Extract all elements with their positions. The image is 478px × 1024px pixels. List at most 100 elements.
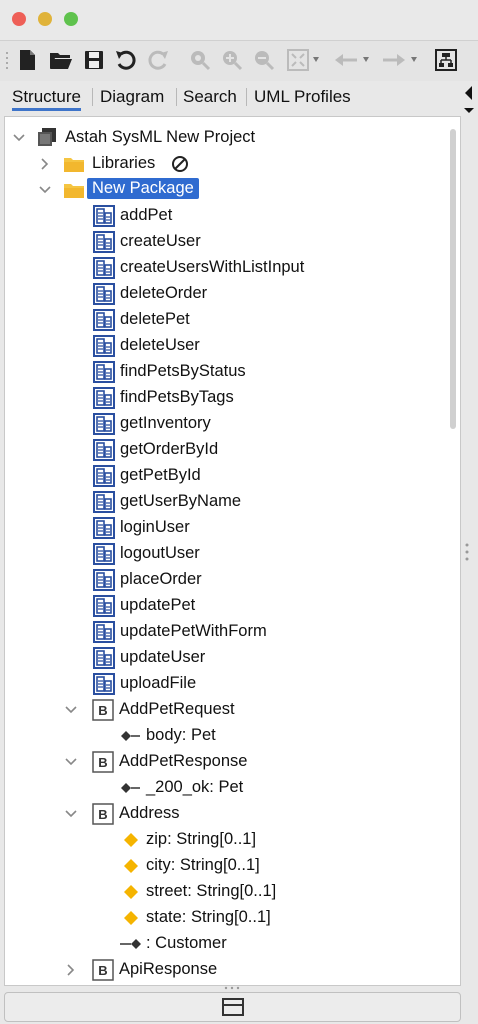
fit-window-icon[interactable] (286, 49, 322, 71)
tree-item-operation[interactable]: logoutUser (5, 541, 445, 567)
tree-item-label: uploadFile (120, 674, 197, 692)
tree-item-operation[interactable]: loginUser (5, 515, 445, 541)
tree-item-property[interactable]: _200_ok: Pet (5, 775, 445, 801)
tree-item-label: deletePet (120, 310, 190, 328)
operation-icon (93, 491, 115, 513)
folder-icon (63, 155, 85, 173)
tree-item-label: getOrderById (120, 440, 219, 458)
zoom-window-button[interactable] (64, 12, 78, 26)
structure-tree-panel[interactable]: Astah SysML New Project Libraries New Pack… (4, 116, 461, 986)
bottom-panel-toggle[interactable] (4, 992, 461, 1022)
tree-item-property[interactable]: state: String[0..1] (5, 905, 445, 931)
tree-item-operation[interactable]: createUser (5, 229, 445, 255)
tree-item-property[interactable]: street: String[0..1] (5, 879, 445, 905)
tree-item-libraries[interactable]: Libraries (5, 151, 445, 177)
chevron-right-icon[interactable] (65, 964, 77, 976)
operation-icon (93, 309, 115, 331)
tree-item-block[interactable]: B AddPetResponse (5, 749, 445, 775)
tree-item-label: Astah SysML New Project (65, 128, 256, 146)
zoom-fit-icon[interactable] (188, 49, 212, 71)
tab-scroll-icon[interactable] (462, 84, 474, 114)
block-icon: B (92, 803, 114, 825)
new-file-icon[interactable] (16, 49, 38, 71)
open-folder-icon[interactable] (48, 49, 74, 71)
tree-item-operation[interactable]: addPet (5, 203, 445, 229)
chevron-down-icon[interactable] (65, 756, 77, 768)
chevron-right-icon[interactable] (39, 158, 51, 170)
tree-item-label: Libraries (92, 154, 156, 172)
operation-icon (93, 231, 115, 253)
tree-item-label: AddPetResponse (119, 752, 248, 770)
tree-item-operation[interactable]: uploadFile (5, 671, 445, 697)
tree-item-label: deleteOrder (120, 284, 208, 302)
scrollbar-thumb[interactable] (450, 129, 456, 429)
tree-item-operation[interactable]: deletePet (5, 307, 445, 333)
tree-item-operation[interactable]: updateUser (5, 645, 445, 671)
part-property-icon (119, 781, 141, 795)
svg-text:B: B (98, 703, 107, 718)
tree-item-operation[interactable]: updatePet (5, 593, 445, 619)
tree-item-property[interactable]: zip: String[0..1] (5, 827, 445, 853)
tree-item-operation[interactable]: getUserByName (5, 489, 445, 515)
tree-item-operation[interactable]: getOrderById (5, 437, 445, 463)
tree-item-operation[interactable]: createUsersWithListInput (5, 255, 445, 281)
tree-item-operation[interactable]: placeOrder (5, 567, 445, 593)
back-icon[interactable] (332, 49, 374, 71)
resize-grip[interactable] (222, 985, 242, 991)
tree-item-label: deleteUser (120, 336, 200, 354)
operation-icon (93, 361, 115, 383)
part-property-icon (119, 729, 141, 743)
operation-icon (93, 673, 115, 695)
tree-item-block[interactable]: B AddPetRequest (5, 697, 445, 723)
operation-icon (93, 621, 115, 643)
tree-item-project[interactable]: Astah SysML New Project (5, 125, 445, 151)
tree-item-operation[interactable]: getPetById (5, 463, 445, 489)
chevron-down-icon[interactable] (65, 704, 77, 716)
tree-item-property[interactable]: : Customer (5, 931, 445, 957)
tab-divider (176, 88, 177, 106)
chevron-down-icon[interactable] (39, 184, 51, 196)
tab-search[interactable]: Search (183, 86, 237, 108)
tree-item-label: placeOrder (120, 570, 202, 588)
minimize-window-button[interactable] (38, 12, 52, 26)
chevron-down-icon[interactable] (65, 808, 77, 820)
operation-icon (93, 595, 115, 617)
tree-item-operation[interactable]: getInventory (5, 411, 445, 437)
zoom-out-icon[interactable] (252, 49, 276, 71)
tree-item-property[interactable]: body: Pet (5, 723, 445, 749)
tree-item-new-package[interactable]: New Package (5, 177, 445, 203)
forward-icon[interactable] (380, 49, 422, 71)
tree-item-property[interactable]: city: String[0..1] (5, 853, 445, 879)
operation-icon (93, 543, 115, 565)
zoom-in-icon[interactable] (220, 49, 244, 71)
redo-icon[interactable] (146, 49, 170, 71)
split-pane-handle[interactable] (464, 540, 470, 570)
tab-diagram[interactable]: Diagram (100, 86, 164, 108)
tree-item-operation[interactable]: findPetsByStatus (5, 359, 445, 385)
value-property-icon (123, 832, 139, 848)
diagram-layout-icon[interactable] (434, 49, 458, 71)
project-icon (37, 127, 59, 147)
tree-item-block[interactable]: B Address (5, 801, 445, 827)
save-icon[interactable] (82, 49, 106, 71)
chevron-down-icon[interactable] (13, 132, 25, 144)
tree-item-operation[interactable]: deleteOrder (5, 281, 445, 307)
svg-text:B: B (98, 807, 107, 822)
panel-layout-icon[interactable] (222, 998, 244, 1016)
tab-bar: Structure Diagram Search UML Profiles (0, 82, 478, 114)
tree-item-operation[interactable]: updatePetWithForm (5, 619, 445, 645)
tree-item-operation[interactable]: findPetsByTags (5, 385, 445, 411)
tab-divider (246, 88, 247, 106)
tab-structure[interactable]: Structure (12, 86, 81, 111)
tree-item-label: city: String[0..1] (146, 856, 260, 874)
tree-scrollbar[interactable] (448, 121, 458, 981)
close-window-button[interactable] (12, 12, 26, 26)
tree-item-label: getInventory (120, 414, 211, 432)
tab-uml-profiles[interactable]: UML Profiles (254, 86, 351, 108)
undo-icon[interactable] (114, 49, 138, 71)
tree-item-operation[interactable]: deleteUser (5, 333, 445, 359)
toolbar-grip (4, 49, 10, 71)
tree-item-label: state: String[0..1] (146, 908, 271, 926)
tree-item-label: logoutUser (120, 544, 200, 562)
tree-item-block[interactable]: B ApiResponse (5, 957, 445, 983)
